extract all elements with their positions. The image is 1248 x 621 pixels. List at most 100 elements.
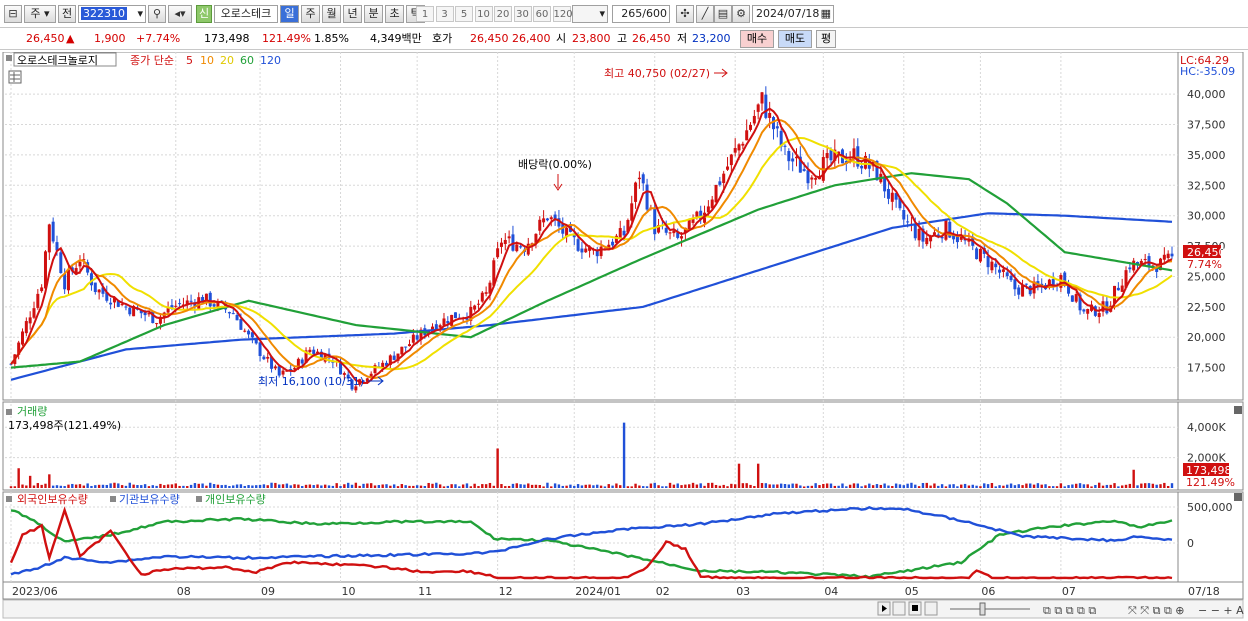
- volume-bar: [956, 486, 959, 488]
- interval-10[interactable]: 10: [474, 6, 493, 22]
- speaker-icon[interactable]: ◂▾: [168, 5, 192, 23]
- volume-bar: [841, 483, 844, 488]
- layout-icons[interactable]: ⧉ ⧉ ⧉ ⧉ ⧉: [1043, 604, 1096, 617]
- volume-bar: [389, 485, 392, 488]
- volume-bar: [350, 484, 354, 488]
- series-institution: 기관보유수량: [119, 493, 180, 506]
- gear-icon[interactable]: ⚙: [732, 5, 750, 23]
- volume-bar: [668, 482, 672, 488]
- holdings-tick-label: 500,000: [1187, 501, 1233, 514]
- volume-bar: [17, 468, 20, 488]
- volume-bar: [795, 483, 798, 488]
- search-icon[interactable]: ⚲: [148, 5, 166, 23]
- chart-type-icon[interactable]: ⊟: [4, 5, 22, 23]
- sell-button[interactable]: 매도: [778, 30, 812, 48]
- volume-bar: [1048, 486, 1051, 488]
- draw-line-icon[interactable]: ╱: [696, 5, 714, 23]
- x-tick-label: 02: [656, 585, 670, 598]
- volume-bar: [423, 486, 427, 488]
- volume-bar: [1082, 484, 1086, 488]
- interval-1[interactable]: 1: [416, 6, 434, 22]
- volume-bar: [346, 482, 350, 488]
- candle-body: [1120, 285, 1124, 292]
- volume-bar: [504, 486, 507, 488]
- volume-bar: [473, 483, 476, 488]
- count-input[interactable]: 265/600: [612, 5, 670, 23]
- volume-bar: [327, 485, 331, 488]
- candle-body: [722, 173, 726, 184]
- tab-3[interactable]: 년: [343, 5, 362, 23]
- interval-5[interactable]: 5: [455, 6, 473, 22]
- close-icon[interactable]: [1234, 493, 1242, 501]
- interval-30[interactable]: 30: [513, 6, 532, 22]
- tab-0[interactable]: 일: [280, 5, 299, 23]
- period-select[interactable]: 주 ▾: [24, 5, 56, 23]
- forward-icon[interactable]: [924, 601, 938, 616]
- x-tick-label: 05: [905, 585, 919, 598]
- volume-bar: [1006, 484, 1009, 488]
- volume-bar: [289, 485, 292, 488]
- volume-bar: [626, 486, 630, 488]
- y-tick-label: 37,500: [1187, 119, 1226, 132]
- candle-body: [519, 246, 523, 248]
- interval-60[interactable]: 60: [533, 6, 551, 22]
- interval-120[interactable]: 120: [552, 6, 573, 22]
- interval-dropdown[interactable]: ▾: [572, 5, 608, 23]
- volume-bar: [419, 485, 423, 488]
- current-price: 26,450: [26, 32, 65, 45]
- volume-bar: [312, 485, 315, 488]
- candle-body: [783, 145, 787, 147]
- stock-name-field[interactable]: 오로스테크: [214, 5, 278, 23]
- tab-2[interactable]: 월: [322, 5, 341, 23]
- interval-20[interactable]: 20: [494, 6, 512, 22]
- volume-bar: [933, 483, 936, 488]
- zoom-icons[interactable]: − − + A: [1198, 604, 1244, 617]
- volume-bar: [837, 485, 840, 488]
- series-individual: 개인보유수량: [205, 493, 266, 506]
- candle-body: [247, 330, 251, 335]
- candle-body: [545, 218, 549, 221]
- volume-bar: [36, 483, 40, 488]
- volume-bar: [55, 485, 59, 488]
- code-input[interactable]: 322310 ▾: [78, 5, 146, 23]
- volume-bar: [13, 486, 17, 488]
- buy-button[interactable]: 매수: [740, 30, 774, 48]
- candle-body: [611, 241, 615, 246]
- table-icon[interactable]: [8, 70, 22, 84]
- prev-button[interactable]: 전: [58, 5, 76, 23]
- candle-body: [576, 239, 580, 251]
- x-tick-label: 08: [177, 585, 191, 598]
- y-tick-label: 35,000: [1187, 149, 1226, 162]
- candle-body: [1013, 279, 1017, 290]
- tool-icon[interactable]: ✣: [676, 5, 694, 23]
- eval-button[interactable]: 평: [816, 30, 836, 48]
- tool-icons[interactable]: ⤧ ⤧ ⧉ ⧉ ⊕: [1128, 604, 1185, 617]
- volume-bar: [1113, 483, 1116, 488]
- save-icon[interactable]: ▤: [714, 5, 732, 23]
- candle-body: [20, 331, 24, 345]
- volume-bar: [657, 485, 660, 488]
- zoom-slider-thumb[interactable]: [979, 602, 986, 616]
- tab-5[interactable]: 초: [385, 5, 404, 23]
- close-icon[interactable]: [1234, 406, 1242, 414]
- tab-4[interactable]: 분: [364, 5, 383, 23]
- chart-frame: [2, 52, 1244, 619]
- candle-body: [760, 92, 764, 104]
- interval-3[interactable]: 3: [435, 6, 454, 22]
- volume-bar: [143, 484, 147, 488]
- tab-1[interactable]: 주: [301, 5, 320, 23]
- date-input[interactable]: 2024/07/18 ▦: [752, 5, 834, 23]
- period-label: 주: [30, 7, 41, 20]
- candle-body: [806, 170, 810, 184]
- y-tick-label: 30,000: [1187, 210, 1226, 223]
- y-tick-label: 20,000: [1187, 331, 1226, 344]
- rewind-icon[interactable]: [892, 601, 906, 616]
- candle-body: [243, 330, 247, 332]
- candle-body: [906, 221, 910, 223]
- volume-bar: [392, 484, 396, 488]
- volume-bar: [615, 483, 618, 488]
- volume-bar: [59, 485, 63, 488]
- candle-body: [227, 312, 231, 314]
- candle-body: [714, 184, 718, 203]
- volume-bar: [879, 484, 882, 488]
